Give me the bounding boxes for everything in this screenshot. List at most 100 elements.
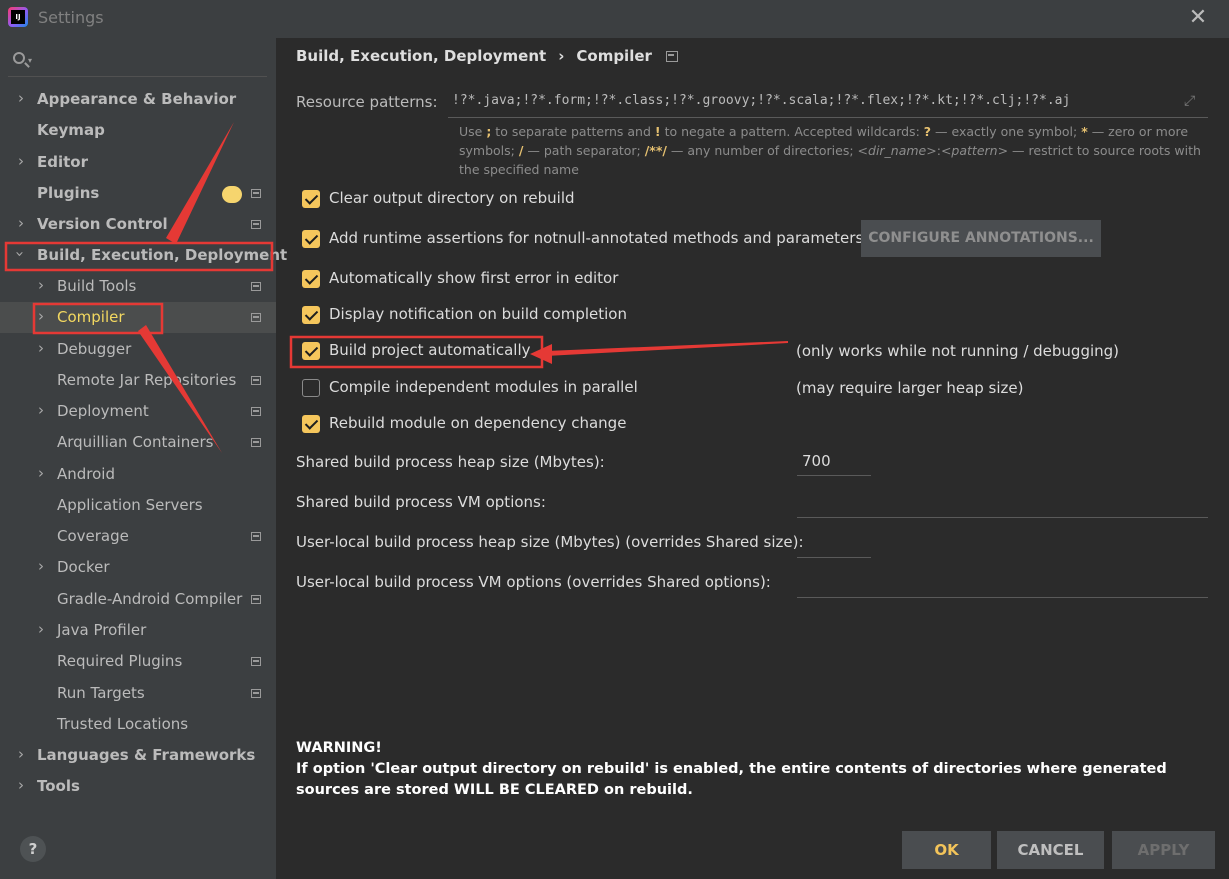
chevron-right-icon[interactable]: › [38, 620, 44, 638]
sidebar-item-remote-jar-repositories[interactable]: Remote Jar Repositories [0, 365, 276, 396]
resource-patterns-input[interactable]: !?*.java;!?*.form;!?*.class;!?*.groovy;!… [448, 84, 1208, 118]
warning-body: If option 'Clear output directory on reb… [296, 761, 1167, 798]
sidebar-item-required-plugins[interactable]: Required Plugins [0, 646, 276, 677]
sidebar-item-label: Docker [57, 558, 110, 576]
search-dropdown-icon[interactable]: ▾ [28, 56, 32, 65]
sidebar-item-run-targets[interactable]: Run Targets [0, 678, 276, 709]
resource-patterns-hint: Use ; to separate patterns and ! to nega… [459, 124, 1201, 177]
settings-search-input[interactable]: ▾ [8, 46, 267, 77]
chevron-right-icon[interactable]: › [18, 745, 24, 763]
sidebar-item-coverage[interactable]: Coverage [0, 521, 276, 552]
sidebar-item-label: Android [57, 465, 115, 483]
sidebar-item-label: Compiler [57, 308, 125, 326]
chevron-right-icon[interactable]: › [38, 276, 44, 294]
checkbox-label: Add runtime assertions for notnull-annot… [329, 229, 864, 247]
sidebar-item-label: Tools [37, 777, 80, 795]
warning-title: WARNING! [296, 740, 382, 756]
ok-button[interactable]: OK [902, 831, 991, 869]
sidebar-item-tools[interactable]: › Tools [0, 771, 276, 802]
breadcrumb-separator: › [558, 47, 565, 65]
checkbox-checked[interactable] [302, 342, 320, 360]
sidebar-item-compiler[interactable]: › Compiler [0, 302, 276, 333]
checkbox-label: Rebuild module on dependency change [329, 414, 627, 432]
search-icon [13, 52, 25, 64]
sidebar-item-label: Arquillian Containers [57, 433, 214, 451]
checkbox-label: Display notification on build completion [329, 305, 627, 323]
chevron-right-icon[interactable]: › [18, 89, 24, 107]
sidebar-item-label: Trusted Locations [57, 715, 189, 733]
local-heap-size-input[interactable] [797, 530, 871, 558]
sidebar-item-gradle-android-compiler[interactable]: Gradle-Android Compiler [0, 584, 276, 615]
expand-icon[interactable]: ⤢ [1184, 94, 1198, 108]
sidebar-item-label: Appearance & Behavior [37, 90, 237, 108]
cancel-button[interactable]: CANCEL [997, 831, 1104, 869]
sidebar-item-label: Keymap [37, 121, 105, 139]
project-settings-icon [251, 282, 261, 291]
compiler-settings-panel: Build, Execution, Deployment › Compiler Re… [276, 38, 1229, 879]
checkbox-unchecked[interactable] [302, 379, 320, 397]
sidebar-item-label: Plugins [37, 184, 100, 202]
sidebar-item-label: Version Control [37, 215, 168, 233]
apply-button[interactable]: APPLY [1112, 831, 1215, 869]
sidebar-item-label: Editor [37, 153, 88, 171]
project-settings-icon [251, 407, 261, 416]
sidebar-item-application-servers[interactable]: Application Servers [0, 490, 276, 521]
breadcrumb: Build, Execution, Deployment › Compiler [296, 47, 678, 65]
checkbox-checked[interactable] [302, 306, 320, 324]
chevron-right-icon[interactable]: › [38, 339, 44, 357]
project-settings-icon [251, 189, 261, 198]
sidebar-item-label: Application Servers [57, 496, 203, 514]
sidebar-item-keymap[interactable]: Keymap [0, 115, 276, 146]
help-button[interactable]: ? [20, 836, 46, 862]
checkbox-checked[interactable] [302, 415, 320, 433]
sidebar-item-plugins[interactable]: Plugins [0, 178, 276, 209]
project-settings-icon [251, 376, 261, 385]
parallel-compile-note: (may require larger heap size) [796, 379, 1024, 397]
build-automatically-note: (only works while not running / debuggin… [796, 342, 1120, 360]
resource-patterns-label: Resource patterns: [296, 93, 438, 111]
sidebar-item-arquillian-containers[interactable]: Arquillian Containers [0, 427, 276, 458]
chevron-right-icon[interactable]: › [38, 307, 44, 325]
title-bar: IJ Settings ✕ [0, 0, 1229, 38]
checkbox-checked[interactable] [302, 230, 320, 248]
heap-size-input[interactable]: 700 [797, 448, 871, 476]
sidebar-item-languages-frameworks[interactable]: › Languages & Frameworks [0, 740, 276, 771]
breadcrumb-current: Compiler [576, 47, 652, 65]
chevron-right-icon[interactable]: › [38, 557, 44, 575]
sidebar-item-label: Deployment [57, 402, 149, 420]
project-settings-icon [251, 689, 261, 698]
close-icon[interactable]: ✕ [1186, 6, 1210, 30]
sidebar-item-java-profiler[interactable]: › Java Profiler [0, 615, 276, 646]
chevron-right-icon[interactable]: › [38, 464, 44, 482]
checkbox-checked[interactable] [302, 270, 320, 288]
chevron-right-icon[interactable]: › [18, 776, 24, 794]
heap-size-label: Shared build process heap size (Mbytes): [296, 453, 605, 471]
chevron-right-icon[interactable]: › [38, 401, 44, 419]
sidebar-item-build-execution-deployment[interactable]: › Build, Execution, Deployment [0, 240, 287, 271]
vm-options-label: Shared build process VM options: [296, 493, 546, 511]
intellij-logo-icon: IJ [8, 7, 28, 27]
chevron-right-icon[interactable]: › [18, 152, 24, 170]
sidebar-item-debugger[interactable]: › Debugger [0, 334, 276, 365]
configure-annotations-button[interactable]: CONFIGURE ANNOTATIONS... [861, 220, 1101, 257]
chevron-right-icon[interactable]: › [18, 214, 24, 232]
sidebar-item-appearance[interactable]: › Appearance & Behavior [0, 84, 276, 115]
chevron-down-icon[interactable]: › [11, 251, 29, 257]
sidebar-item-version-control[interactable]: › Version Control [0, 209, 276, 240]
vm-options-input[interactable] [797, 490, 1208, 518]
sidebar-item-docker[interactable]: › Docker [0, 552, 276, 583]
sidebar-item-label: Debugger [57, 340, 132, 358]
sidebar-item-label: Java Profiler [57, 621, 147, 639]
sidebar-item-label: Run Targets [57, 684, 145, 702]
sidebar-item-build-tools[interactable]: › Build Tools [0, 271, 276, 302]
sidebar-item-deployment[interactable]: › Deployment [0, 396, 276, 427]
checkbox-label: Compile independent modules in parallel [329, 378, 638, 396]
sidebar-item-label: Languages & Frameworks [37, 746, 256, 764]
checkbox-label: Build project automatically [329, 341, 531, 359]
local-vm-options-input[interactable] [797, 570, 1208, 598]
local-heap-size-label: User-local build process heap size (Mbyt… [296, 533, 804, 551]
sidebar-item-android[interactable]: › Android [0, 459, 276, 490]
sidebar-item-editor[interactable]: › Editor [0, 147, 276, 178]
checkbox-checked[interactable] [302, 190, 320, 208]
sidebar-item-trusted-locations[interactable]: Trusted Locations [0, 709, 276, 740]
